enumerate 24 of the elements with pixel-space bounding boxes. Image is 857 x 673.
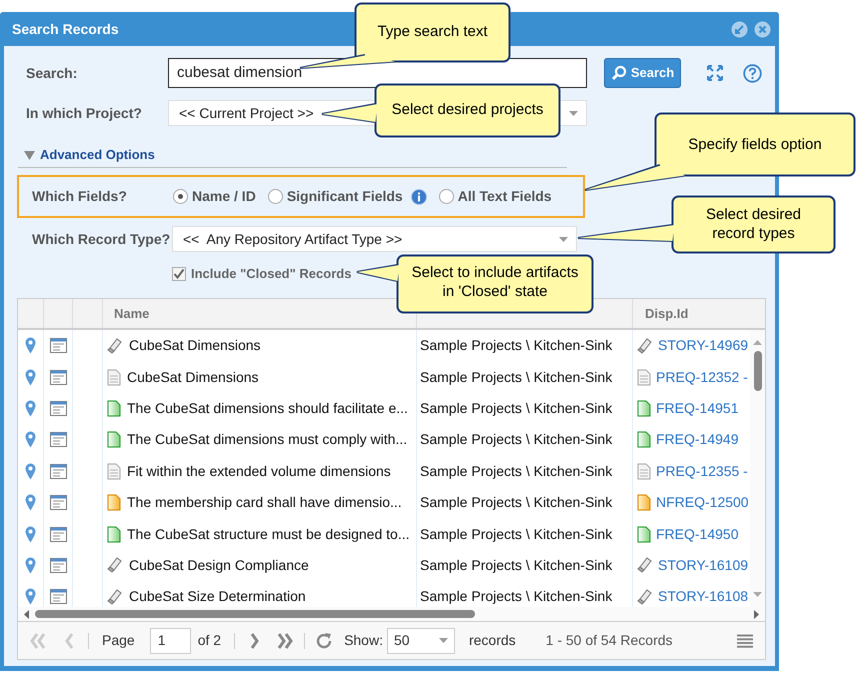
callout-text: Select desired record types [704, 205, 802, 243]
project-path: Sample Projects \ Kitchen-Sink [420, 430, 612, 450]
project-path: Sample Projects \ Kitchen-Sink [420, 493, 612, 512]
record-type-label: Which Record Type? [32, 230, 172, 249]
project-path: Sample Projects \ Kitchen-Sink [420, 462, 612, 481]
project-path: Sample Projects \ Kitchen-Sink [420, 398, 612, 418]
records-label: records [468, 631, 516, 650]
project-path: Sample Projects \ Kitchen-Sink [420, 336, 612, 356]
page-count: of 2 [198, 631, 222, 650]
search-label: Search: [26, 64, 78, 82]
page-label: Page [102, 631, 135, 650]
project-path: Sample Projects \ Kitchen-Sink [420, 368, 612, 387]
window-title: Search Records [12, 20, 119, 38]
project-path: Sample Projects \ Kitchen-Sink [420, 587, 612, 606]
callout-text: Specify fields option [688, 135, 822, 154]
project-label: In which Project? [26, 104, 143, 123]
show-label: Show: [344, 631, 383, 650]
project-path: Sample Projects \ Kitchen-Sink [420, 524, 612, 544]
callout-text: Select desired projects [392, 100, 544, 119]
callout-text: Select to include artifacts in 'Closed' state [410, 263, 580, 301]
records-summary: 1 - 50 of 54 Records [546, 631, 673, 650]
callout-text: Type search text [377, 22, 488, 41]
project-path: Sample Projects \ Kitchen-Sink [420, 556, 612, 575]
which-fields-label: Which Fields? [32, 187, 128, 206]
